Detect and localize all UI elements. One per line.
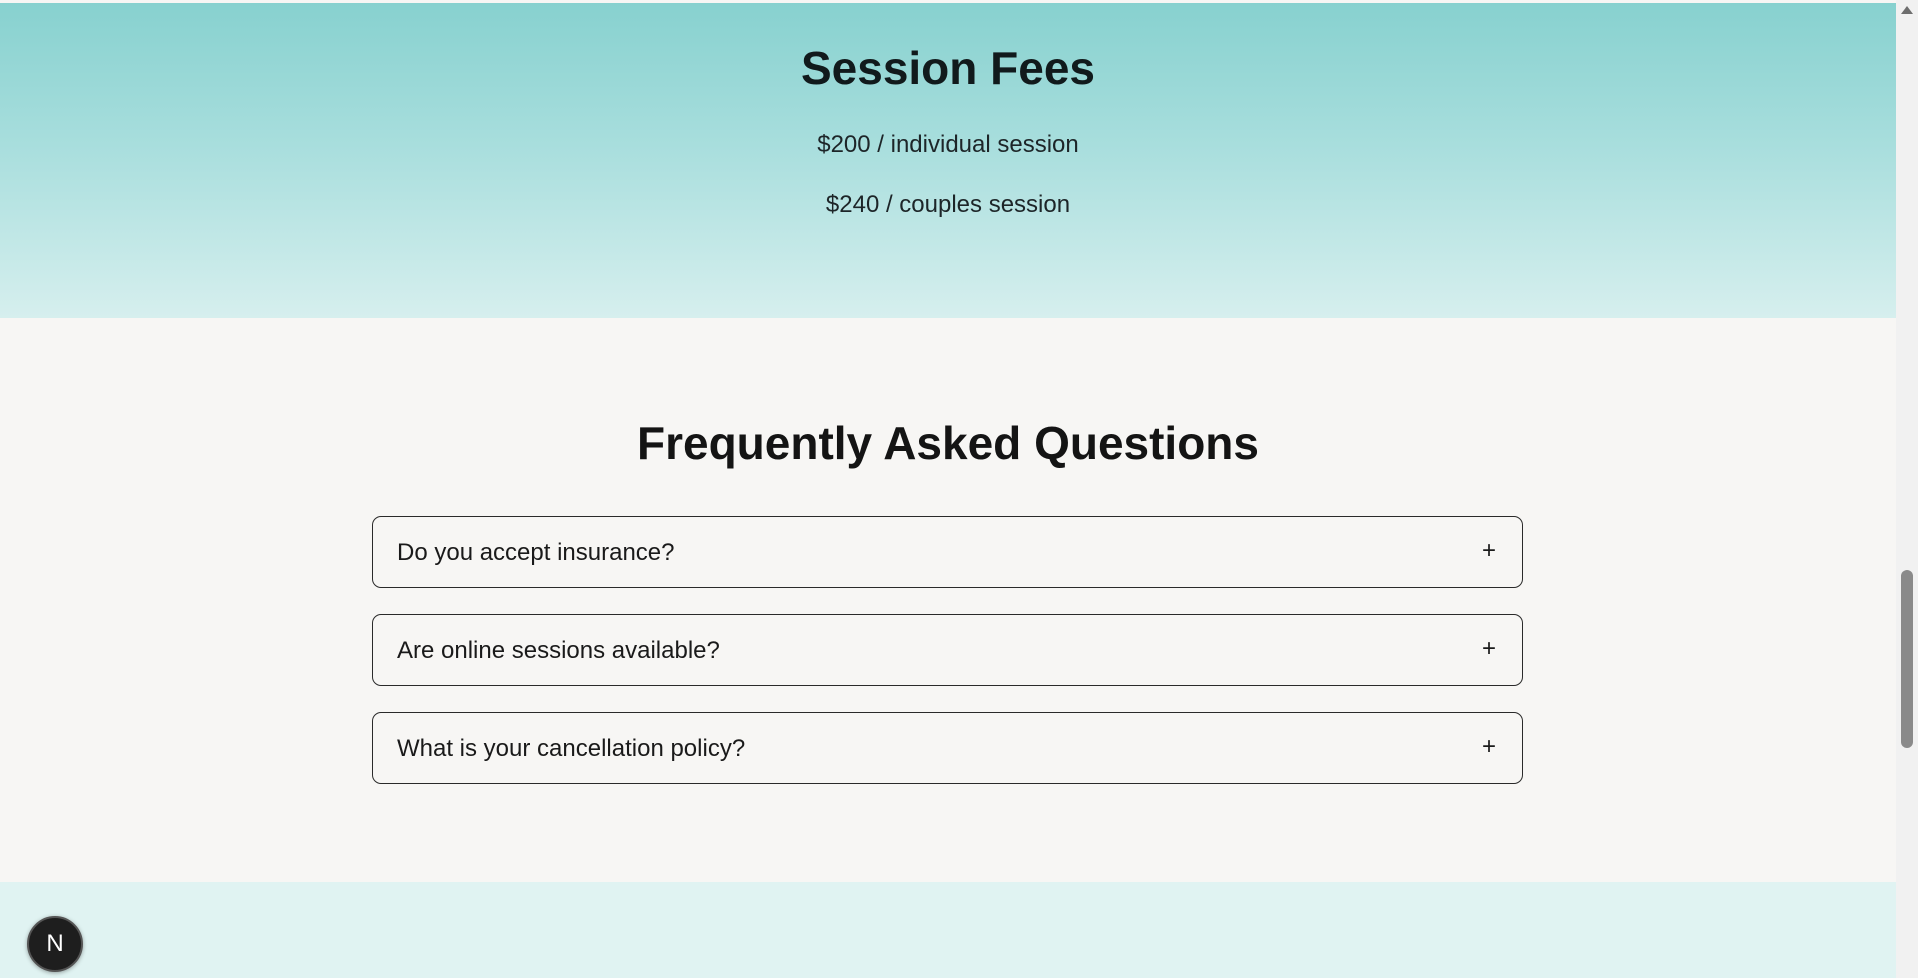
nextjs-logo-icon[interactable]: N	[27, 916, 83, 972]
vertical-scrollbar[interactable]	[1896, 0, 1918, 978]
page-content: Session Fees $200 / individual session $…	[0, 0, 1896, 978]
faq-question: What is your cancellation policy?	[397, 735, 746, 762]
faq-question: Do you accept insurance?	[397, 539, 675, 566]
session-fees-section: Session Fees $200 / individual session $…	[0, 3, 1896, 318]
next-section	[0, 882, 1896, 978]
session-fees-title: Session Fees	[800, 42, 1096, 94]
plus-icon[interactable]: +	[1482, 635, 1496, 663]
faq-question: Are online sessions available?	[397, 637, 720, 664]
scroll-up-arrow-icon[interactable]	[1901, 6, 1913, 14]
faq-section: Frequently Asked Questions Do you accept…	[0, 318, 1896, 882]
nextjs-badge-label: N	[46, 930, 64, 957]
faq-item-cancellation[interactable]: What is your cancellation policy? +	[372, 712, 1523, 784]
browser-viewport: Session Fees $200 / individual session $…	[0, 0, 1918, 978]
faq-item-insurance[interactable]: Do you accept insurance? +	[372, 516, 1523, 588]
individual-fee: $200 / individual session	[817, 131, 1079, 158]
faq-item-online-sessions[interactable]: Are online sessions available? +	[372, 614, 1523, 686]
plus-icon[interactable]: +	[1482, 733, 1496, 761]
faq-title: Frequently Asked Questions	[637, 417, 1259, 469]
couples-fee: $240 / couples session	[825, 191, 1071, 218]
plus-icon[interactable]: +	[1482, 537, 1496, 565]
scrollbar-thumb[interactable]	[1901, 570, 1913, 748]
